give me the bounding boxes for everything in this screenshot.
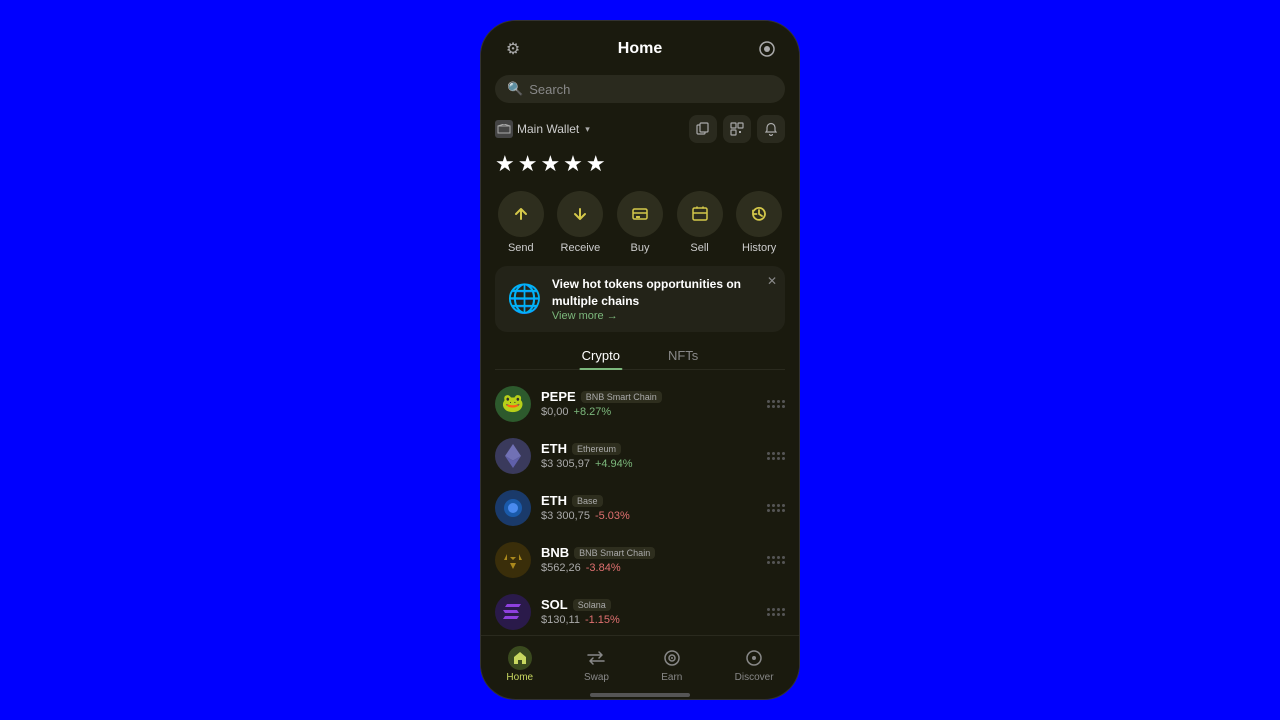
history-button[interactable]: History <box>736 191 782 254</box>
eth-ethereum-menu[interactable] <box>767 452 785 460</box>
wallet-section: Main Wallet ▾ <box>481 111 799 149</box>
discover-icon <box>742 646 766 670</box>
sol-info: SOL Solana $130,11 -1.15% <box>541 597 757 626</box>
tab-crypto[interactable]: Crypto <box>558 342 644 369</box>
sell-label: Sell <box>690 242 708 254</box>
sol-price: $130,11 <box>541 614 580 626</box>
bnb-avatar <box>495 542 531 578</box>
eth-ethereum-chain: Ethereum <box>572 443 621 455</box>
bnb-chain: BNB Smart Chain <box>574 547 655 559</box>
buy-icon-circle <box>617 191 663 237</box>
nav-discover-label: Discover <box>735 672 774 683</box>
pepe-menu[interactable] <box>767 400 785 408</box>
search-input[interactable] <box>529 82 773 97</box>
eth-base-chain: Base <box>572 495 603 507</box>
notifications-button[interactable] <box>757 115 785 143</box>
balance-display: ★★★★★ <box>481 149 799 187</box>
bnb-change: -3.84% <box>586 562 621 574</box>
bnb-info: BNB BNB Smart Chain $562,26 -3.84% <box>541 545 757 574</box>
wallet-selector[interactable]: Main Wallet ▾ <box>495 120 590 138</box>
receive-button[interactable]: Receive <box>557 191 603 254</box>
nav-swap-label: Swap <box>584 672 609 683</box>
bnb-price: $562,26 <box>541 562 581 574</box>
sol-chain: Solana <box>573 599 611 611</box>
eth-base-price: $3 300,75 <box>541 510 590 522</box>
home-indicator <box>590 693 690 697</box>
nav-earn[interactable]: Earn <box>648 644 696 685</box>
send-button[interactable]: Send <box>498 191 544 254</box>
chevron-down-icon: ▾ <box>585 124 590 135</box>
pepe-info: PEPE BNB Smart Chain $0,00 +8.27% <box>541 389 757 418</box>
pepe-change: +8.27% <box>574 406 612 418</box>
history-icon-circle <box>736 191 782 237</box>
page-title: Home <box>618 40 662 58</box>
buy-label: Buy <box>631 242 650 254</box>
sol-symbol: SOL <box>541 597 568 612</box>
eth-ethereum-info: ETH Ethereum $3 305,97 +4.94% <box>541 441 757 470</box>
swap-icon <box>584 646 608 670</box>
copy-address-button[interactable] <box>689 115 717 143</box>
banner-emoji: 🌐 <box>507 282 542 315</box>
bottom-navigation: Home Swap Earn <box>481 635 799 689</box>
token-item-sol[interactable]: SOL Solana $130,11 -1.15% <box>491 586 789 635</box>
qr-code-button[interactable] <box>723 115 751 143</box>
eth-base-avatar <box>495 490 531 526</box>
eth-base-menu[interactable] <box>767 504 785 512</box>
receive-icon-circle <box>557 191 603 237</box>
nav-home-label: Home <box>506 672 533 683</box>
token-item-pepe[interactable]: 🐸 PEPE BNB Smart Chain $0,00 +8.27% <box>491 378 789 430</box>
bnb-menu[interactable] <box>767 556 785 564</box>
eth-ethereum-symbol: ETH <box>541 441 567 456</box>
action-buttons-row: Send Receive Buy <box>481 187 799 266</box>
eth-base-symbol: ETH <box>541 493 567 508</box>
sol-menu[interactable] <box>767 608 785 616</box>
pepe-price: $0,00 <box>541 406 569 418</box>
sol-avatar <box>495 594 531 630</box>
receive-label: Receive <box>561 242 601 254</box>
bnb-symbol: BNB <box>541 545 569 560</box>
sell-icon-circle <box>677 191 723 237</box>
send-label: Send <box>508 242 534 254</box>
wallet-connect-button[interactable] <box>753 35 781 63</box>
promo-banner: 🌐 View hot tokens opportunities on multi… <box>495 266 785 332</box>
token-item-eth-ethereum[interactable]: ETH Ethereum $3 305,97 +4.94% <box>491 430 789 482</box>
eth-base-info: ETH Base $3 300,75 -5.03% <box>541 493 757 522</box>
banner-close-button[interactable]: ✕ <box>767 274 777 288</box>
token-item-bnb[interactable]: BNB BNB Smart Chain $562,26 -3.84% <box>491 534 789 586</box>
buy-button[interactable]: Buy <box>617 191 663 254</box>
phone-container: ⚙ Home 🔍 Main Wallet ▾ <box>480 20 800 700</box>
search-icon: 🔍 <box>507 81 523 97</box>
wallet-actions <box>689 115 785 143</box>
header: ⚙ Home <box>481 21 799 71</box>
banner-link[interactable]: View more → <box>552 310 773 322</box>
search-bar[interactable]: 🔍 <box>495 75 785 103</box>
token-item-eth-base[interactable]: ETH Base $3 300,75 -5.03% <box>491 482 789 534</box>
nav-discover[interactable]: Discover <box>723 644 786 685</box>
banner-content: View hot tokens opportunities on multipl… <box>552 276 773 322</box>
settings-button[interactable]: ⚙ <box>499 35 527 63</box>
nav-home[interactable]: Home <box>494 644 545 685</box>
wallet-icon <box>495 120 513 138</box>
eth-base-change: -5.03% <box>595 510 630 522</box>
pepe-chain: BNB Smart Chain <box>581 391 662 403</box>
history-label: History <box>742 242 776 254</box>
banner-title: View hot tokens opportunities on multipl… <box>552 276 773 310</box>
nav-swap[interactable]: Swap <box>572 644 621 685</box>
nav-earn-label: Earn <box>661 672 682 683</box>
asset-tabs: Crypto NFTs <box>495 342 785 370</box>
sol-change: -1.15% <box>585 614 620 626</box>
tab-nfts[interactable]: NFTs <box>644 342 722 369</box>
wallet-name: Main Wallet <box>517 122 579 136</box>
earn-icon <box>660 646 684 670</box>
token-list: 🐸 PEPE BNB Smart Chain $0,00 +8.27% <box>481 378 799 635</box>
sell-button[interactable]: Sell <box>677 191 723 254</box>
pepe-symbol: PEPE <box>541 389 576 404</box>
eth-ethereum-avatar <box>495 438 531 474</box>
pepe-avatar: 🐸 <box>495 386 531 422</box>
home-icon <box>508 646 532 670</box>
eth-ethereum-price: $3 305,97 <box>541 458 590 470</box>
eth-ethereum-change: +4.94% <box>595 458 633 470</box>
send-icon-circle <box>498 191 544 237</box>
